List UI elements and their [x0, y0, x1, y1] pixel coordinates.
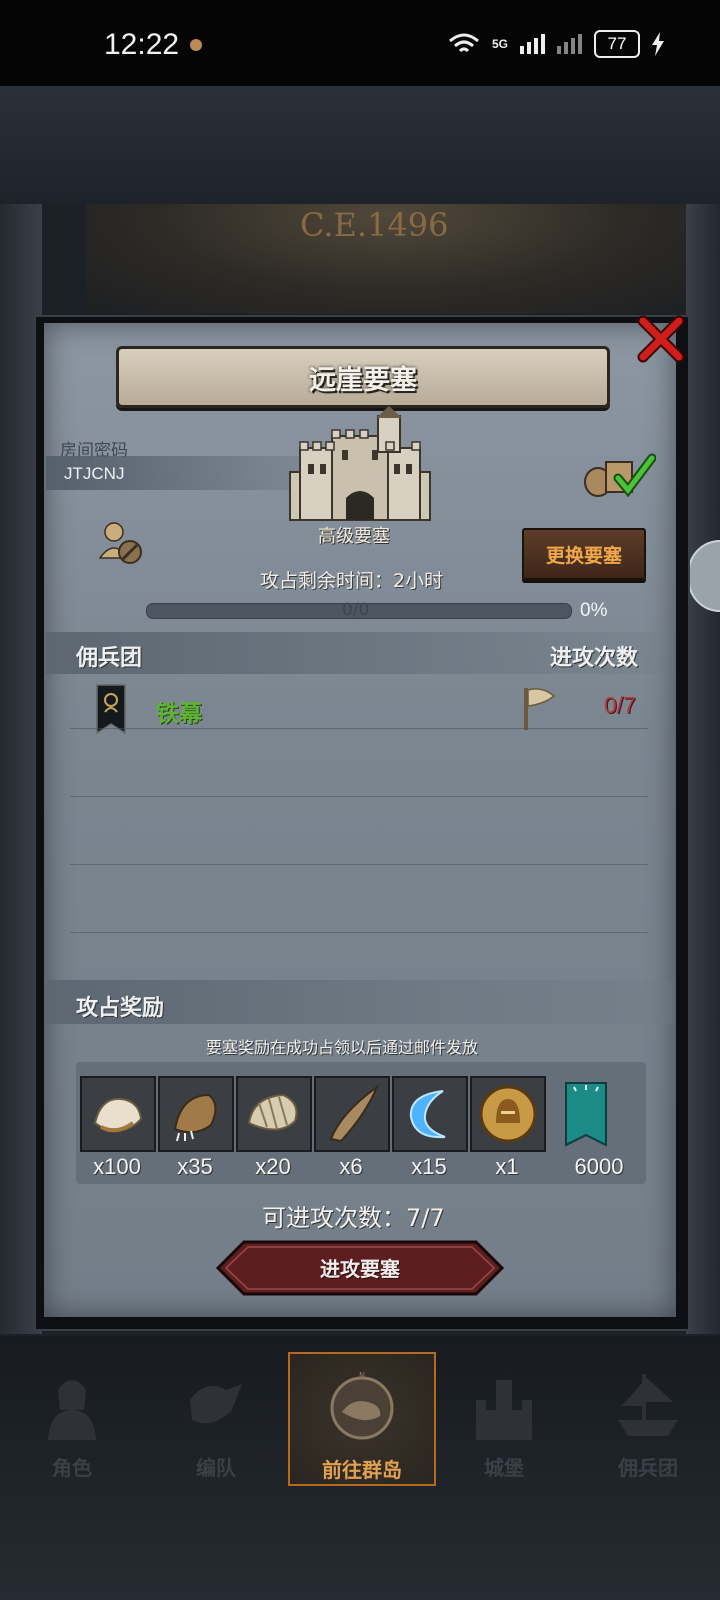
- nav-label: 城堡: [484, 1456, 524, 1480]
- golden-helmet-coin-icon: [479, 1085, 537, 1143]
- reward-qty: x15: [411, 1154, 447, 1179]
- blue-crescent-icon: [409, 1090, 446, 1139]
- divider: [70, 728, 648, 729]
- remaining-time: 攻占剩余时间：2小时: [260, 570, 444, 592]
- nav-item-formation[interactable]: 编队: [144, 1352, 288, 1482]
- reward-item[interactable]: [158, 1076, 234, 1152]
- reward-qty: x20: [255, 1154, 291, 1179]
- close-button[interactable]: [634, 314, 688, 364]
- signal-icon: [520, 34, 545, 54]
- wifi-icon: [449, 33, 479, 53]
- castle-nav-icon: [476, 1380, 532, 1440]
- reward-item[interactable]: [392, 1076, 468, 1152]
- brown-claw-pelt-icon: [173, 1093, 217, 1142]
- guild-banner-icon: [565, 1082, 607, 1147]
- attack-fortress-label: 进攻要塞: [320, 1257, 400, 1281]
- nav-item-mercenary[interactable]: 佣兵团: [576, 1352, 720, 1482]
- reward-item[interactable]: [80, 1076, 156, 1152]
- battery-icon: 77: [594, 30, 640, 58]
- reward-qty: 6000: [574, 1154, 624, 1179]
- formation-icon: [190, 1384, 242, 1424]
- horn-icon: [329, 1084, 380, 1143]
- nav-label: 编队: [196, 1456, 236, 1480]
- user-block-icon[interactable]: [98, 520, 144, 566]
- room-code[interactable]: JTJCNJ: [64, 464, 124, 484]
- title-banner: 远崖要塞: [116, 346, 610, 408]
- status-icons: 5G 77: [448, 30, 664, 58]
- charging-icon: [652, 32, 664, 56]
- nav-label: 角色: [52, 1456, 92, 1480]
- attack-count-header: 进攻次数: [550, 646, 639, 671]
- castle-icon: [289, 406, 431, 521]
- reward-qty: x100: [93, 1154, 141, 1179]
- reward-item[interactable]: [236, 1076, 312, 1152]
- reward-item[interactable]: [470, 1076, 546, 1152]
- guild-emblem-icon: [96, 684, 126, 734]
- nav-label: 前往群岛: [322, 1458, 402, 1482]
- ship-icon: [618, 1374, 678, 1436]
- mercenary-header: 佣兵团: [76, 646, 143, 671]
- resource-bag-check-icon[interactable]: [582, 452, 656, 498]
- attempts-remaining: 可进攻次数：7/7: [262, 1204, 445, 1232]
- reward-qty: x6: [339, 1154, 363, 1179]
- close-icon: [637, 315, 685, 363]
- reward-item[interactable]: [548, 1076, 624, 1152]
- signal-2-icon: [557, 34, 582, 54]
- striped-pelt-icon: [247, 1093, 298, 1131]
- notification-dot-icon: [190, 39, 202, 51]
- nav-item-castle[interactable]: 城堡: [432, 1352, 576, 1482]
- reward-qty: x35: [177, 1154, 213, 1179]
- attack-fortress-button[interactable]: 进攻要塞: [216, 1240, 504, 1296]
- panel-title: 远崖要塞: [309, 364, 417, 396]
- svg-text:N: N: [359, 1372, 365, 1380]
- reward-note: 要塞奖励在成功占领以后通过邮件发放: [206, 1038, 479, 1057]
- network-label: 5G: [491, 37, 508, 51]
- change-fortress-label: 更换要塞: [545, 544, 622, 567]
- fortress-level: 高级要塞: [318, 526, 390, 547]
- reward-header: 攻占奖励: [76, 996, 165, 1021]
- attack-flag-icon: [524, 688, 556, 730]
- compass-map-icon: N: [330, 1372, 394, 1440]
- white-fur-icon: [93, 1097, 143, 1133]
- divider: [70, 864, 648, 865]
- reward-qty: x1: [495, 1154, 519, 1179]
- background-top: [0, 86, 720, 204]
- knight-icon: [48, 1380, 96, 1440]
- side-right-background: [686, 204, 720, 1334]
- progress-text: 0/0: [342, 600, 370, 620]
- nav-label: 佣兵团: [618, 1456, 678, 1480]
- nav-item-islands[interactable]: N 前往群岛: [288, 1352, 436, 1486]
- status-time: 12:22: [104, 28, 180, 61]
- reward-item[interactable]: [314, 1076, 390, 1152]
- divider: [70, 932, 648, 933]
- change-fortress-button[interactable]: 更换要塞: [522, 528, 646, 580]
- mercenary-attack-count: 0/7: [604, 692, 636, 718]
- era-label: C.E.1496: [300, 206, 449, 244]
- nav-item-character[interactable]: 角色: [0, 1352, 144, 1482]
- divider: [70, 796, 648, 797]
- mercenary-name: 铁幕: [156, 701, 202, 727]
- progress-percent: 0%: [580, 600, 608, 621]
